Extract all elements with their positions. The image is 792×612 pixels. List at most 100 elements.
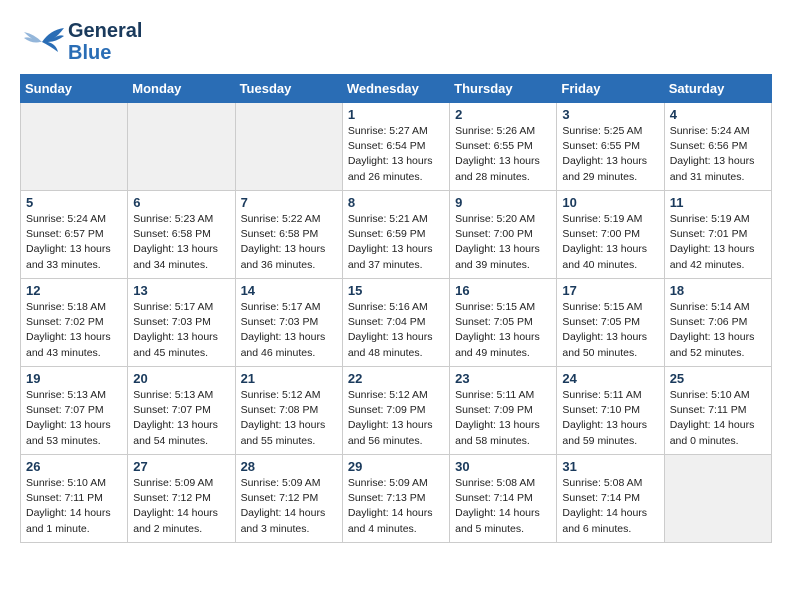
- calendar-cell: 30 Sunrise: 5:08 AMSunset: 7:14 PMDayligh…: [450, 455, 557, 543]
- day-number: 3: [562, 107, 658, 122]
- day-number: 31: [562, 459, 658, 474]
- cell-info: Sunrise: 5:18 AMSunset: 7:02 PMDaylight:…: [26, 300, 122, 361]
- day-number: 2: [455, 107, 551, 122]
- cell-info: Sunrise: 5:16 AMSunset: 7:04 PMDaylight:…: [348, 300, 444, 361]
- day-number: 7: [241, 195, 337, 210]
- header-monday: Monday: [128, 75, 235, 103]
- cell-info: Sunrise: 5:13 AMSunset: 7:07 PMDaylight:…: [26, 388, 122, 449]
- cell-info: Sunrise: 5:19 AMSunset: 7:00 PMDaylight:…: [562, 212, 658, 273]
- week-row-5: 26 Sunrise: 5:10 AMSunset: 7:11 PMDayligh…: [21, 455, 772, 543]
- calendar-cell: 14Sunrise: 5:17 AMSunset: 7:03 PMDayligh…: [235, 279, 342, 367]
- day-number: 18: [670, 283, 766, 298]
- logo-text-blue: Blue: [68, 42, 142, 64]
- header-saturday: Saturday: [664, 75, 771, 103]
- day-number: 16: [455, 283, 551, 298]
- cell-info: Sunrise: 5:17 AMSunset: 7:03 PMDaylight:…: [133, 300, 229, 361]
- day-number: 5: [26, 195, 122, 210]
- day-number: 9: [455, 195, 551, 210]
- calendar-header-row: SundayMondayTuesdayWednesdayThursdayFrid…: [21, 75, 772, 103]
- calendar-cell: 26 Sunrise: 5:10 AMSunset: 7:11 PMDayligh…: [21, 455, 128, 543]
- day-number: 24: [562, 371, 658, 386]
- calendar-cell: 15 Sunrise: 5:16 AMSunset: 7:04 PMDayligh…: [342, 279, 449, 367]
- calendar-cell: [235, 103, 342, 191]
- day-number: 15: [348, 283, 444, 298]
- calendar-cell: 2 Sunrise: 5:26 AMSunset: 6:55 PMDaylight…: [450, 103, 557, 191]
- cell-info: Sunrise: 5:08 AMSunset: 7:14 PMDaylight:…: [455, 476, 551, 537]
- calendar-cell: 10 Sunrise: 5:19 AMSunset: 7:00 PMDayligh…: [557, 191, 664, 279]
- logo-text-general: General: [68, 20, 142, 42]
- logo: General Blue: [20, 20, 142, 64]
- day-number: 13: [133, 283, 229, 298]
- day-number: 30: [455, 459, 551, 474]
- calendar-cell: 8 Sunrise: 5:21 AMSunset: 6:59 PMDaylight…: [342, 191, 449, 279]
- day-number: 10: [562, 195, 658, 210]
- calendar-cell: 22 Sunrise: 5:12 AMSunset: 7:09 PMDayligh…: [342, 367, 449, 455]
- cell-info: Sunrise: 5:19 AMSunset: 7:01 PMDaylight:…: [670, 212, 766, 273]
- calendar-cell: [664, 455, 771, 543]
- calendar-cell: 19 Sunrise: 5:13 AMSunset: 7:07 PMDayligh…: [21, 367, 128, 455]
- calendar-cell: [21, 103, 128, 191]
- week-row-4: 19 Sunrise: 5:13 AMSunset: 7:07 PMDayligh…: [21, 367, 772, 455]
- cell-info: Sunrise: 5:12 AMSunset: 7:09 PMDaylight:…: [348, 388, 444, 449]
- day-number: 19: [26, 371, 122, 386]
- day-number: 14: [241, 283, 337, 298]
- cell-info: Sunrise: 5:21 AMSunset: 6:59 PMDaylight:…: [348, 212, 444, 273]
- cell-info: Sunrise: 5:09 AMSunset: 7:12 PMDaylight:…: [133, 476, 229, 537]
- cell-info: Sunrise: 5:10 AMSunset: 7:11 PMDaylight:…: [670, 388, 766, 449]
- cell-info: Sunrise: 5:08 AMSunset: 7:14 PMDaylight:…: [562, 476, 658, 537]
- calendar-cell: 31 Sunrise: 5:08 AMSunset: 7:14 PMDayligh…: [557, 455, 664, 543]
- calendar-cell: 11 Sunrise: 5:19 AMSunset: 7:01 PMDayligh…: [664, 191, 771, 279]
- header-friday: Friday: [557, 75, 664, 103]
- day-number: 28: [241, 459, 337, 474]
- page-header: General Blue: [20, 20, 772, 64]
- calendar-cell: 4 Sunrise: 5:24 AMSunset: 6:56 PMDaylight…: [664, 103, 771, 191]
- header-tuesday: Tuesday: [235, 75, 342, 103]
- cell-info: Sunrise: 5:25 AMSunset: 6:55 PMDaylight:…: [562, 124, 658, 185]
- cell-info: Sunrise: 5:13 AMSunset: 7:07 PMDaylight:…: [133, 388, 229, 449]
- calendar-cell: 27Sunrise: 5:09 AMSunset: 7:12 PMDayligh…: [128, 455, 235, 543]
- cell-info: Sunrise: 5:20 AMSunset: 7:00 PMDaylight:…: [455, 212, 551, 273]
- calendar-cell: 17Sunrise: 5:15 AMSunset: 7:05 PMDayligh…: [557, 279, 664, 367]
- calendar-cell: 21 Sunrise: 5:12 AMSunset: 7:08 PMDayligh…: [235, 367, 342, 455]
- cell-info: Sunrise: 5:14 AMSunset: 7:06 PMDaylight:…: [670, 300, 766, 361]
- cell-info: Sunrise: 5:26 AMSunset: 6:55 PMDaylight:…: [455, 124, 551, 185]
- calendar-cell: [128, 103, 235, 191]
- calendar-cell: 28 Sunrise: 5:09 AMSunset: 7:12 PMDayligh…: [235, 455, 342, 543]
- day-number: 6: [133, 195, 229, 210]
- cell-info: Sunrise: 5:10 AMSunset: 7:11 PMDaylight:…: [26, 476, 122, 537]
- cell-info: Sunrise: 5:12 AMSunset: 7:08 PMDaylight:…: [241, 388, 337, 449]
- calendar-cell: 29 Sunrise: 5:09 AMSunset: 7:13 PMDayligh…: [342, 455, 449, 543]
- header-thursday: Thursday: [450, 75, 557, 103]
- cell-info: Sunrise: 5:11 AMSunset: 7:10 PMDaylight:…: [562, 388, 658, 449]
- day-number: 8: [348, 195, 444, 210]
- day-number: 11: [670, 195, 766, 210]
- day-number: 17: [562, 283, 658, 298]
- header-sunday: Sunday: [21, 75, 128, 103]
- week-row-2: 5 Sunrise: 5:24 AMSunset: 6:57 PMDaylight…: [21, 191, 772, 279]
- cell-info: Sunrise: 5:24 AMSunset: 6:57 PMDaylight:…: [26, 212, 122, 273]
- calendar-cell: 3 Sunrise: 5:25 AMSunset: 6:55 PMDaylight…: [557, 103, 664, 191]
- cell-info: Sunrise: 5:09 AMSunset: 7:13 PMDaylight:…: [348, 476, 444, 537]
- day-number: 1: [348, 107, 444, 122]
- day-number: 25: [670, 371, 766, 386]
- calendar-cell: 23Sunrise: 5:11 AMSunset: 7:09 PMDayligh…: [450, 367, 557, 455]
- calendar-cell: 9 Sunrise: 5:20 AMSunset: 7:00 PMDaylight…: [450, 191, 557, 279]
- cell-info: Sunrise: 5:24 AMSunset: 6:56 PMDaylight:…: [670, 124, 766, 185]
- calendar-cell: 5 Sunrise: 5:24 AMSunset: 6:57 PMDaylight…: [21, 191, 128, 279]
- day-number: 21: [241, 371, 337, 386]
- day-number: 29: [348, 459, 444, 474]
- day-number: 22: [348, 371, 444, 386]
- day-number: 20: [133, 371, 229, 386]
- cell-info: Sunrise: 5:27 AMSunset: 6:54 PMDaylight:…: [348, 124, 444, 185]
- week-row-3: 12 Sunrise: 5:18 AMSunset: 7:02 PMDayligh…: [21, 279, 772, 367]
- cell-info: Sunrise: 5:09 AMSunset: 7:12 PMDaylight:…: [241, 476, 337, 537]
- calendar-cell: 20 Sunrise: 5:13 AMSunset: 7:07 PMDayligh…: [128, 367, 235, 455]
- day-number: 4: [670, 107, 766, 122]
- calendar-cell: 25 Sunrise: 5:10 AMSunset: 7:11 PMDayligh…: [664, 367, 771, 455]
- calendar-cell: 7 Sunrise: 5:22 AMSunset: 6:58 PMDaylight…: [235, 191, 342, 279]
- day-number: 12: [26, 283, 122, 298]
- day-number: 26: [26, 459, 122, 474]
- calendar-table: SundayMondayTuesdayWednesdayThursdayFrid…: [20, 74, 772, 543]
- cell-info: Sunrise: 5:22 AMSunset: 6:58 PMDaylight:…: [241, 212, 337, 273]
- calendar-cell: 6Sunrise: 5:23 AMSunset: 6:58 PMDaylight…: [128, 191, 235, 279]
